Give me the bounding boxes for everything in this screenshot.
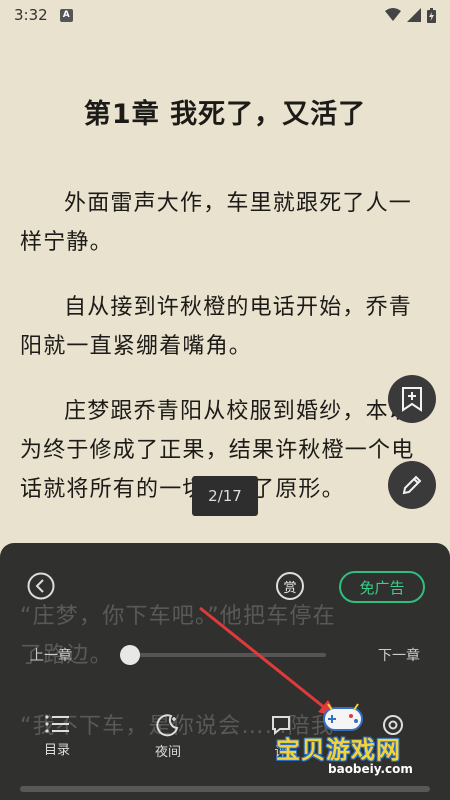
gamepad-icon [323, 703, 363, 731]
watermark-url: baobeiy.com [328, 762, 413, 776]
watermark-text: 宝贝游戏网 [276, 736, 401, 764]
system-nav-bar [20, 786, 430, 792]
annotation-arrow [199, 606, 338, 718]
watermark-logo: 宝贝游戏网 baobeiy.com [268, 700, 418, 780]
